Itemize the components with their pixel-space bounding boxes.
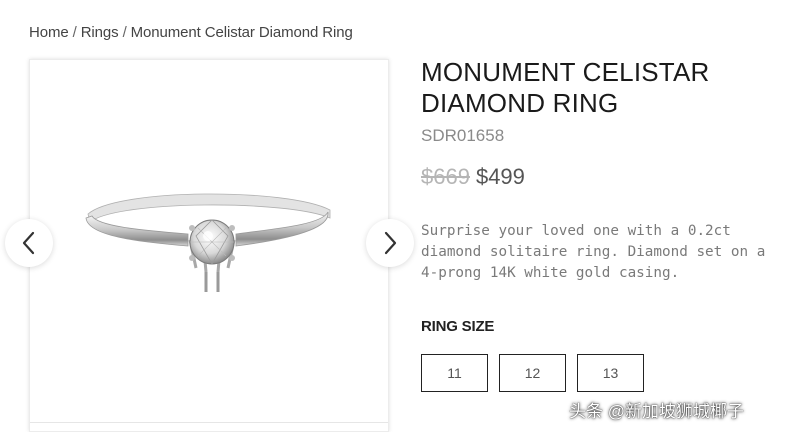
- product-sku: SDR01658: [421, 126, 505, 145]
- breadcrumb-rings-link[interactable]: Rings: [81, 24, 119, 41]
- product-image: [85, 193, 331, 292]
- gallery-next-button[interactable]: [366, 219, 414, 267]
- description-line: 4-prong 14K white gold casing.: [421, 265, 680, 281]
- size-option-11[interactable]: 11: [421, 354, 488, 392]
- price-block: $669 $499: [421, 164, 525, 190]
- ring-size-options: 11 12 13: [421, 354, 644, 392]
- description-line: diamond solitaire ring. Diamond set on a: [421, 244, 766, 260]
- description-line: Surprise your loved one with a 0.2ct: [421, 223, 731, 239]
- breadcrumb-home-link[interactable]: Home: [29, 24, 69, 41]
- breadcrumb-separator: /: [122, 24, 127, 41]
- watermark: 头条 @新加坡狮城椰子: [569, 402, 744, 421]
- gallery-divider: [30, 422, 388, 423]
- ring-size-label: RING SIZE: [421, 318, 495, 335]
- sale-price: $499: [475, 164, 525, 189]
- breadcrumb: Home / Rings / Monument Celistar Diamond Rin…: [29, 24, 353, 41]
- product-title-line2: DIAMOND RING: [421, 88, 619, 118]
- product-title-line1: MONUMENT CELISTAR: [421, 57, 710, 87]
- gallery-prev-button[interactable]: [5, 219, 53, 267]
- chevron-left-icon: [22, 231, 35, 255]
- chevron-right-icon: [384, 231, 397, 255]
- size-option-13[interactable]: 13: [577, 354, 644, 392]
- product-title: MONUMENT CELISTAR DIAMOND RING: [421, 57, 761, 119]
- product-description: Surprise your loved one with a 0.2ct dia…: [421, 221, 786, 284]
- breadcrumb-separator: /: [72, 24, 77, 41]
- product-image-gallery: [29, 59, 389, 432]
- breadcrumb-current: Monument Celistar Diamond Ring: [130, 24, 353, 41]
- size-option-12[interactable]: 12: [499, 354, 566, 392]
- original-price: $669: [421, 164, 470, 189]
